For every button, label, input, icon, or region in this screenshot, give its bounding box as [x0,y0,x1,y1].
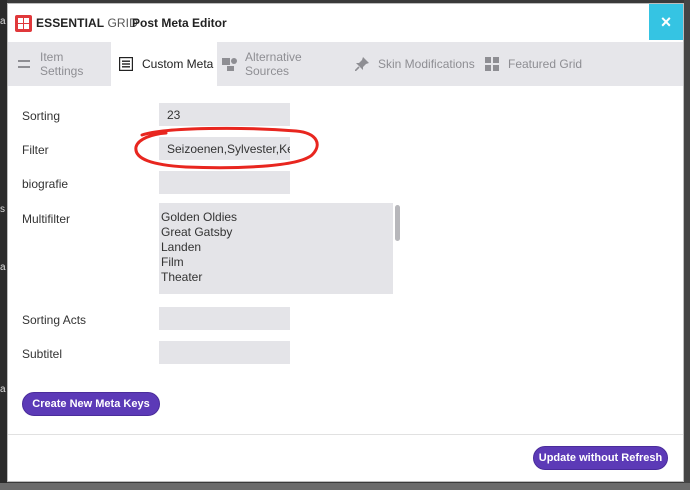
tab-item-settings[interactable]: Item Settings [8,42,109,86]
tab-label: Item Settings [40,50,84,78]
tab-featured-grid[interactable]: Featured Grid [485,42,585,86]
multifilter-option[interactable]: Film [161,255,401,270]
close-icon: × [660,11,672,32]
pin-icon [354,57,369,72]
logo-bold: ESSENTIAL [36,16,105,30]
background-right-strip [684,0,690,490]
multifilter-label: Multifilter [22,212,71,226]
background-letter: a [0,384,6,395]
sliders-icon [17,57,31,71]
scrollbar-thumb[interactable] [395,205,400,241]
multifilter-option[interactable]: Golden Oldies [161,210,401,225]
multifilter-option[interactable]: Landen [161,240,401,255]
background-left-strip [0,0,7,490]
background-letter: s [0,204,5,215]
post-meta-editor-dialog: ESSENTIAL GRID Post Meta Editor × Item S… [7,3,684,482]
dialog-title: Post Meta Editor [132,16,227,30]
sorting-acts-input[interactable] [159,307,290,330]
list-icon [118,56,134,72]
tab-label: Custom Meta [142,57,214,71]
tab-label: Featured Grid [508,57,583,71]
multifilter-scrollbar[interactable] [393,203,401,294]
dialog-titlebar: ESSENTIAL GRID Post Meta Editor × [8,4,683,42]
multifilter-option[interactable]: Great Gatsby [161,225,401,240]
sorting-label: Sorting [22,109,61,123]
tab-custom-meta[interactable]: Custom Meta [111,42,217,86]
create-meta-keys-button[interactable]: Create New Meta Keys [22,392,160,416]
filter-input[interactable]: Seizoenen,Sylvester,Kerstmis [159,137,290,160]
multifilter-option[interactable]: Theater [161,270,401,285]
close-button[interactable]: × [649,4,683,40]
update-without-refresh-button[interactable]: Update without Refresh [533,446,668,470]
essential-grid-logo-icon [15,15,32,32]
sorting-acts-label: Sorting Acts [22,313,87,327]
media-icon [222,57,237,71]
biografie-label: biografie [22,177,69,191]
logo-text: ESSENTIAL GRID [36,16,138,30]
custom-meta-panel: Sorting 23 Filter Seizoenen,Sylvester,Ke… [8,86,683,434]
footer-divider [8,434,683,435]
subtitel-label: Subtitel [22,347,63,361]
background-letter: a [0,262,6,273]
multifilter-select[interactable]: Golden Oldies Great Gatsby Landen Film T… [159,203,401,294]
tab-bar: Item Settings Custom Meta Alternative So… [8,42,683,86]
subtitel-input[interactable] [159,341,290,364]
grid-icon [485,57,499,71]
tab-label: Skin Modifications [378,57,475,71]
background-letter: a [0,16,6,27]
tab-label: Alternative Sources [245,50,302,78]
background-bottom-strip [0,483,690,490]
tab-skin-modifications[interactable]: Skin Modifications [354,42,475,86]
filter-label: Filter [22,143,49,157]
biografie-input[interactable] [159,171,290,194]
tab-alternative-sources[interactable]: Alternative Sources [222,42,342,86]
sorting-input[interactable]: 23 [159,103,290,126]
